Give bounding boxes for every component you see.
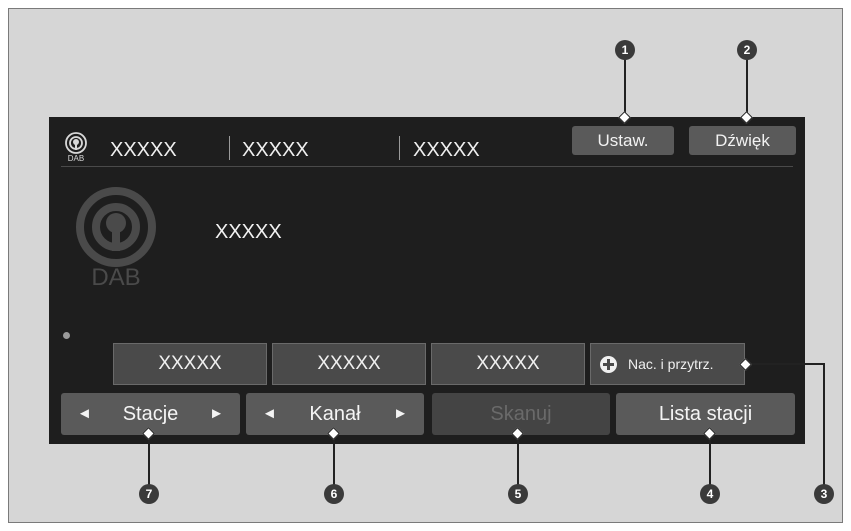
dab-icon-label: DAB [68, 154, 84, 162]
dab-logo-label: DAB [91, 264, 140, 289]
callout-line-6 [333, 433, 335, 485]
callout-badge-4: 4 [700, 484, 720, 504]
callout-badge-3: 3 [814, 484, 834, 504]
callout-badge-7: 7 [139, 484, 159, 504]
callout-line-4 [709, 433, 711, 485]
station-name: XXXXX [215, 221, 282, 243]
status-item-2: XXXXX [242, 139, 309, 161]
sound-button[interactable]: Dźwięk [689, 126, 796, 155]
dab-logo-icon: DAB [76, 187, 156, 289]
add-preset-button[interactable]: Nac. i przytrz. [590, 343, 745, 385]
scan-button[interactable]: Skanuj [432, 393, 610, 435]
preset-button-3[interactable]: XXXXX [431, 343, 585, 385]
status-separator [399, 136, 400, 160]
callout-badge-5: 5 [508, 484, 528, 504]
callout-line-3-vertical [823, 363, 825, 485]
callout-badge-2: 2 [737, 40, 757, 60]
add-preset-label: Nac. i przytrz. [628, 356, 714, 372]
plus-circle-icon [600, 356, 617, 373]
right-arrow-icon[interactable]: ► [209, 393, 224, 435]
callout-badge-6: 6 [324, 484, 344, 504]
callout-line-3-horizontal [745, 363, 824, 365]
dab-icon: DAB [65, 132, 87, 162]
callout-line-5 [517, 433, 519, 485]
status-item-1: XXXXX [110, 139, 177, 161]
preset-button-1[interactable]: XXXXX [113, 343, 267, 385]
scan-label: Skanuj [490, 403, 552, 425]
infotainment-screen: DAB XXXXX XXXXX XXXXX Ustaw. Dźwięk DAB … [49, 117, 805, 444]
preset-button-2[interactable]: XXXXX [272, 343, 426, 385]
status-item-3: XXXXX [413, 139, 480, 161]
callout-badge-1: 1 [615, 40, 635, 60]
status-bar: DAB XXXXX XXXXX XXXXX Ustaw. Dźwięk [49, 117, 805, 167]
callout-line-7 [148, 433, 150, 485]
status-separator [229, 136, 230, 160]
callout-line-1 [624, 56, 626, 118]
page-indicator [63, 332, 70, 339]
callout-line-2 [746, 56, 748, 118]
station-list-label: Lista stacji [658, 403, 753, 425]
settings-button[interactable]: Ustaw. [572, 126, 674, 155]
divider [61, 166, 793, 167]
right-arrow-icon[interactable]: ► [393, 393, 408, 435]
station-list-button[interactable]: Lista stacji [616, 393, 795, 435]
